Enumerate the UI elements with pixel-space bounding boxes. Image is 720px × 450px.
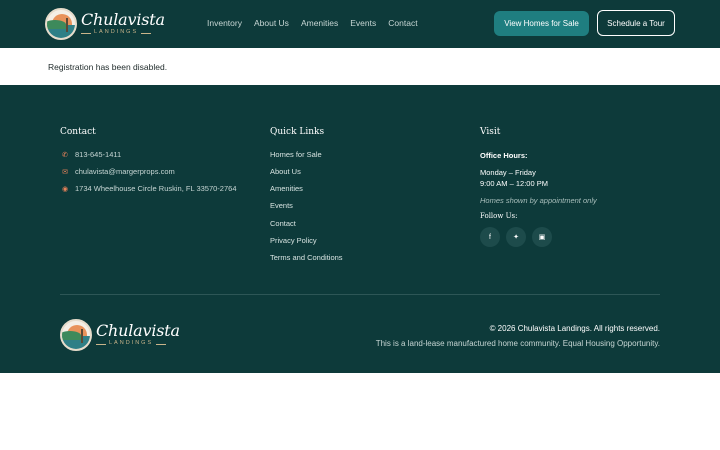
footer-link-privacy-policy[interactable]: Privacy Policy: [270, 236, 317, 245]
contact-address[interactable]: ◉ 1734 Wheelhouse Circle Ruskin, FL 3357…: [60, 184, 237, 193]
map-pin-icon: ◉: [61, 185, 69, 193]
registration-notice: Registration has been disabled.: [48, 62, 168, 72]
contact-phone-text: 813-645-1411: [75, 150, 122, 159]
office-hours-label: Office Hours:: [480, 151, 528, 160]
contact-heading: Contact: [60, 127, 96, 137]
logo-tagline: LANDINGS: [94, 29, 139, 36]
logo-name: Chulavista: [81, 10, 165, 30]
nav-inventory[interactable]: Inventory: [207, 18, 242, 28]
footer-logo-badge-icon: [60, 319, 92, 351]
site-footer: Contact ✆ 813-645-1411 ✉ chulavista@marg…: [0, 85, 720, 373]
copyright-text: © 2026 Chulavista Landings. All rights r…: [489, 324, 660, 333]
office-days: Monday – Friday: [480, 168, 536, 177]
follow-us-label: Follow Us:: [480, 212, 518, 220]
envelope-icon: ✉: [62, 168, 68, 176]
footer-divider: [60, 294, 660, 295]
logo-badge-icon: [45, 8, 77, 40]
facebook-icon[interactable]: f: [480, 227, 500, 247]
equal-housing-text: This is a land-lease manufactured home c…: [375, 339, 660, 348]
nav-amenities[interactable]: Amenities: [301, 18, 338, 28]
contact-email-text: chulavista@margerprops.com: [75, 167, 175, 176]
appointment-note: Homes shown by appointment only: [480, 196, 597, 205]
footer-logo-tagline: LANDINGS: [109, 340, 154, 347]
footer-link-about-us[interactable]: About Us: [270, 167, 301, 176]
nav-contact[interactable]: Contact: [388, 18, 417, 28]
visit-heading: Visit: [480, 127, 501, 137]
contact-address-text: 1734 Wheelhouse Circle Ruskin, FL 33570-…: [75, 184, 237, 193]
contact-phone[interactable]: ✆ 813-645-1411: [60, 150, 121, 159]
footer-logo[interactable]: Chulavista LANDINGS: [60, 319, 180, 351]
schedule-tour-button[interactable]: Schedule a Tour: [597, 10, 675, 36]
office-hours: 9:00 AM – 12:00 PM: [480, 179, 548, 188]
footer-link-contact[interactable]: Contact: [270, 219, 296, 228]
site-header: Chulavista LANDINGS Inventory About Us A…: [0, 0, 720, 48]
footer-link-amenities[interactable]: Amenities: [270, 184, 303, 193]
view-homes-button[interactable]: View Homes for Sale: [494, 11, 589, 36]
nav-events[interactable]: Events: [350, 18, 376, 28]
footer-link-terms[interactable]: Terms and Conditions: [270, 253, 343, 262]
footer-logo-name: Chulavista: [96, 321, 180, 341]
quick-links-heading: Quick Links: [270, 127, 325, 137]
nav-about-us[interactable]: About Us: [254, 18, 289, 28]
main-nav: Inventory About Us Amenities Events Cont…: [207, 18, 430, 28]
footer-link-events[interactable]: Events: [270, 201, 293, 210]
phone-icon: ✆: [62, 151, 68, 159]
contact-email[interactable]: ✉ chulavista@margerprops.com: [60, 167, 175, 176]
header-logo[interactable]: Chulavista LANDINGS: [45, 8, 165, 40]
footer-link-homes-for-sale[interactable]: Homes for Sale: [270, 150, 322, 159]
instagram-icon[interactable]: ▣: [532, 227, 552, 247]
twitter-icon[interactable]: ✦: [506, 227, 526, 247]
